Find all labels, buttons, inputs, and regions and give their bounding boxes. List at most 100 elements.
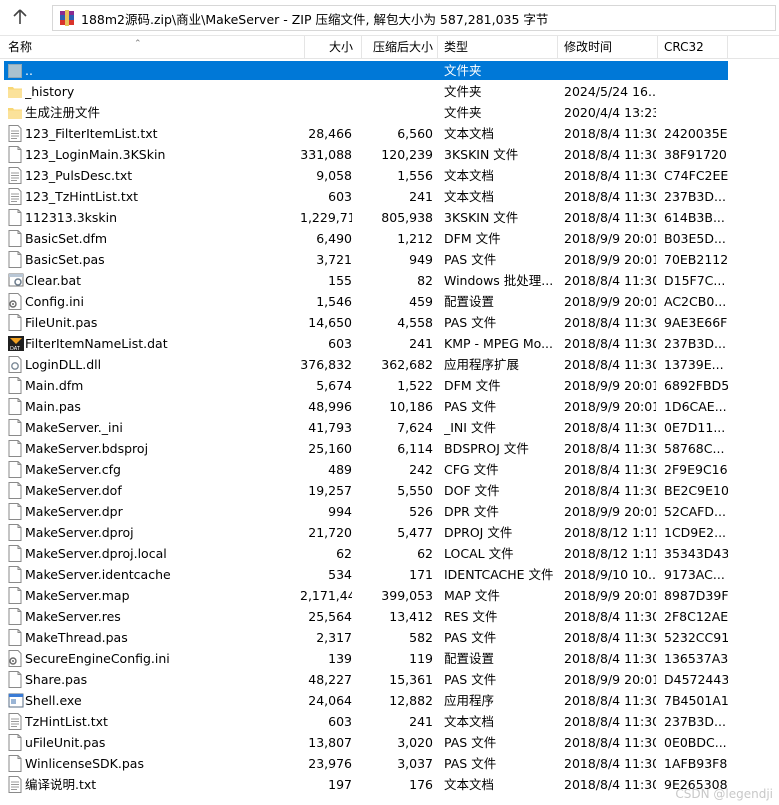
file-crc: 1D6CAE...	[664, 399, 727, 414]
file-packed-size: 176	[409, 777, 433, 792]
file-row[interactable]: Main.pas 48,996 10,186 PAS 文件 2018/9/9 20:01…	[0, 396, 779, 417]
address-bar: 188m2源码.zip\商业\MakeServer - ZIP 压缩文件, 解包…	[0, 0, 779, 36]
file-row[interactable]: MakeServer.bdsproj 25,160 6,114 BDSPROJ 文件 2…	[0, 438, 779, 459]
winrar-archive-icon	[59, 10, 75, 26]
file-row[interactable]: MakeServer.dproj 21,720 5,477 DPROJ 文件 2018/…	[0, 522, 779, 543]
file-crc: BE2C9E10	[664, 483, 728, 498]
config-file-icon	[8, 650, 22, 667]
file-name: 123_FilterItemList.txt	[25, 126, 158, 141]
column-crc-label: CRC32	[664, 40, 704, 54]
file-row[interactable]: .. 文件夹	[0, 60, 779, 81]
file-icon	[8, 461, 22, 478]
file-row[interactable]: 生成注册文件 文件夹 2020/4/4 13:23	[0, 102, 779, 123]
watermark: CSDN @legendji	[675, 787, 773, 801]
file-type: 配置设置	[444, 651, 495, 666]
file-modified: 2018/8/4 11:30	[564, 462, 656, 477]
file-packed-size: 6,114	[397, 441, 433, 456]
file-type: 文本文档	[444, 777, 495, 792]
file-name: Shell.exe	[25, 693, 82, 708]
arrow-up-icon[interactable]	[8, 6, 32, 28]
file-packed-size: 6,560	[397, 126, 433, 141]
file-icon	[8, 440, 22, 457]
file-row[interactable]: MakeThread.pas 2,317 582 PAS 文件 2018/8/4 11:…	[0, 627, 779, 648]
exe-file-icon	[8, 692, 24, 709]
path-field[interactable]: 188m2源码.zip\商业\MakeServer - ZIP 压缩文件, 解包…	[52, 5, 776, 31]
file-row[interactable]: Shell.exe 24,064 12,882 应用程序 2018/8/4 11:30 7…	[0, 690, 779, 711]
file-name: 112313.3kskin	[25, 210, 118, 225]
file-type: DPROJ 文件	[444, 525, 513, 540]
column-name-label: 名称	[8, 40, 33, 54]
text-file-icon	[8, 776, 22, 793]
file-icon	[8, 419, 22, 436]
file-name: 编译说明.txt	[25, 777, 97, 792]
file-row[interactable]: TzHintList.txt 603 241 文本文档 2018/8/4 11:30 23…	[0, 711, 779, 732]
file-modified: 2018/8/4 11:30	[564, 336, 656, 351]
column-modified[interactable]: 修改时间	[558, 36, 658, 58]
file-name: SecureEngineConfig.ini	[25, 651, 170, 666]
file-row[interactable]: MakeServer.dof 19,257 5,550 DOF 文件 2018/8/4 …	[0, 480, 779, 501]
file-row[interactable]: MakeServer.cfg 489 242 CFG 文件 2018/8/4 11:30…	[0, 459, 779, 480]
file-type: KMP - MPEG Mo...	[444, 336, 553, 351]
file-type: 应用程序扩展	[444, 357, 520, 372]
file-name: 123_TzHintList.txt	[25, 189, 139, 204]
file-row[interactable]: 编译说明.txt 197 176 文本文档 2018/8/4 11:30 9E265308	[0, 774, 779, 795]
file-row[interactable]: 123_PulsDesc.txt 9,058 1,556 文本文档 2018/8/4 1…	[0, 165, 779, 186]
file-name: Config.ini	[25, 294, 84, 309]
file-row[interactable]: MakeServer.res 25,564 13,412 RES 文件 2018/8/4…	[0, 606, 779, 627]
file-row[interactable]: Clear.bat 155 82 Windows 批处理... 2018/8/4 11:…	[0, 270, 779, 291]
file-size: 1,229,712	[300, 210, 352, 225]
dll-file-icon	[8, 356, 22, 373]
file-size: 21,720	[308, 525, 352, 540]
file-row[interactable]: Config.ini 1,546 459 配置设置 2018/9/9 20:01 AC2C…	[0, 291, 779, 312]
file-row[interactable]: 123_TzHintList.txt 603 241 文本文档 2018/8/4 11:…	[0, 186, 779, 207]
column-packed[interactable]: 压缩后大小	[362, 36, 438, 58]
file-row[interactable]: MakeServer.map 2,171,447 399,053 MAP 文件 2018…	[0, 585, 779, 606]
file-row[interactable]: Main.dfm 5,674 1,522 DFM 文件 2018/9/9 20:01 68…	[0, 375, 779, 396]
file-row[interactable]: BasicSet.pas 3,721 949 PAS 文件 2018/9/9 20:01…	[0, 249, 779, 270]
file-icon	[8, 671, 22, 688]
column-size[interactable]: 大小	[305, 36, 362, 58]
file-row[interactable]: MakeServer._ini 41,793 7,624 _INI 文件 2018/8/…	[0, 417, 779, 438]
file-row[interactable]: SecureEngineConfig.ini 139 119 配置设置 2018/8/4…	[0, 648, 779, 669]
file-packed-size: 82	[417, 273, 433, 288]
file-row[interactable]: uFileUnit.pas 13,807 3,020 PAS 文件 2018/8/4 1…	[0, 732, 779, 753]
folder-icon	[8, 104, 22, 121]
file-row[interactable]: BasicSet.dfm 6,490 1,212 DFM 文件 2018/9/9 20:…	[0, 228, 779, 249]
file-row[interactable]: Share.pas 48,227 15,361 PAS 文件 2018/9/9 20:0…	[0, 669, 779, 690]
file-modified: 2018/9/10 10...	[564, 567, 656, 582]
file-row[interactable]: LoginDLL.dll 376,832 362,682 应用程序扩展 2018/8/4…	[0, 354, 779, 375]
file-crc: 2420035E	[664, 126, 728, 141]
file-row[interactable]: 123_LoginMain.3KSkin 331,088 120,239 3KSKIN…	[0, 144, 779, 165]
file-row[interactable]: _history 文件夹 2024/5/24 16...	[0, 81, 779, 102]
file-row[interactable]: 123_FilterItemList.txt 28,466 6,560 文本文档 201…	[0, 123, 779, 144]
file-packed-size: 241	[409, 336, 433, 351]
file-type: 文本文档	[444, 714, 495, 729]
file-type: 文件夹	[444, 63, 482, 78]
file-row[interactable]: WinlicenseSDK.pas 23,976 3,037 PAS 文件 2018/8…	[0, 753, 779, 774]
file-row[interactable]: FileUnit.pas 14,650 4,558 PAS 文件 2018/8/4 11…	[0, 312, 779, 333]
file-name: MakeServer.map	[25, 588, 130, 603]
file-packed-size: 5,550	[397, 483, 433, 498]
column-crc[interactable]: CRC32	[658, 36, 728, 58]
archive-path: 188m2源码.zip\商业\MakeServer - ZIP 压缩文件, 解包…	[81, 11, 549, 27]
file-icon	[8, 566, 22, 583]
column-name[interactable]: 名称 ⌃	[0, 36, 305, 58]
file-packed-size: 62	[417, 546, 433, 561]
file-row[interactable]: 112313.3kskin 1,229,712 805,938 3KSKIN 文件 20…	[0, 207, 779, 228]
file-type: BDSPROJ 文件	[444, 441, 529, 456]
column-type[interactable]: 类型	[438, 36, 558, 58]
file-name: MakeServer.res	[25, 609, 121, 624]
file-size: 603	[328, 336, 352, 351]
file-size: 25,564	[308, 609, 352, 624]
file-size: 2,317	[316, 630, 352, 645]
file-row[interactable]: MakeServer.dpr 994 526 DPR 文件 2018/9/9 20:01…	[0, 501, 779, 522]
file-size: 994	[328, 504, 352, 519]
file-size: 155	[328, 273, 352, 288]
file-row[interactable]: MakeServer.identcache 534 171 IDENTCACHE 文件…	[0, 564, 779, 585]
file-icon	[8, 314, 22, 331]
file-packed-size: 15,361	[389, 672, 433, 687]
file-row[interactable]: MakeServer.dproj.local 62 62 LOCAL 文件 2018/8…	[0, 543, 779, 564]
file-modified: 2018/8/4 11:30	[564, 651, 656, 666]
file-modified: 2018/8/4 11:30	[564, 441, 656, 456]
file-row[interactable]: DAT FilterItemNameList.dat 603 241 KMP - MPE…	[0, 333, 779, 354]
